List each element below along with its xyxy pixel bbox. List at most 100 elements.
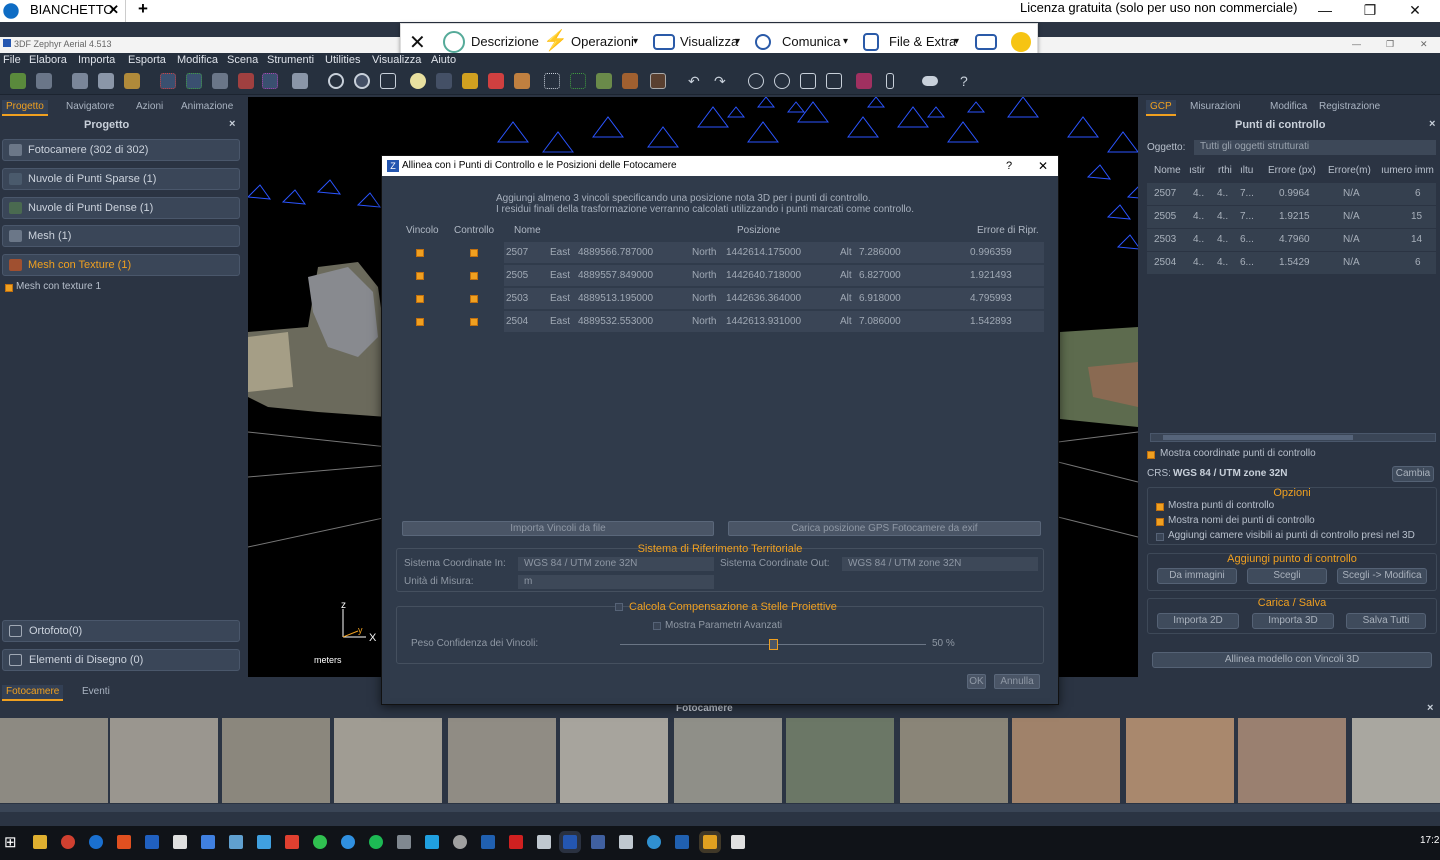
app-maximize-button[interactable]: ❐ <box>1386 37 1394 52</box>
select-texture-icon[interactable] <box>622 73 638 89</box>
app-icon[interactable] <box>145 835 159 849</box>
cancel-button[interactable]: Annulla <box>994 674 1040 689</box>
opt-show-names-checkbox[interactable] <box>1156 518 1164 526</box>
tree-item-dense[interactable]: Nuvole di Punti Dense (1) <box>2 197 240 219</box>
scegli-modifica-button[interactable]: Scegli -> Modifica <box>1337 568 1427 584</box>
tools-icon[interactable] <box>886 73 894 89</box>
tab-registrazione[interactable]: Registrazione <box>1315 100 1384 116</box>
importa-3d-button[interactable]: Importa 3D <box>1252 613 1334 629</box>
app-icon[interactable] <box>703 835 717 849</box>
col-numero[interactable]: ıumero imm <box>1381 165 1434 176</box>
window-close-button[interactable]: ✕ <box>1395 0 1435 22</box>
cell[interactable]: 1442613.931000 <box>726 311 801 332</box>
orbit-icon[interactable] <box>328 73 344 89</box>
app-icon[interactable] <box>229 835 243 849</box>
tree-item-disegno[interactable]: Elementi di Disegno (0) <box>2 649 240 671</box>
camera-icon[interactable] <box>292 73 308 89</box>
table-row[interactable]: 2505 4.. 4.. 7... 1.9215 N/A 15 <box>1147 206 1436 228</box>
controllo-checkbox[interactable] <box>470 318 478 326</box>
save-icon[interactable] <box>36 73 52 89</box>
camera-strip-scrollbar[interactable] <box>0 804 1440 812</box>
camera-thumbnail[interactable] <box>1352 718 1440 803</box>
col-alt[interactable]: ıltu <box>1240 165 1253 176</box>
tab-eventi[interactable]: Eventi <box>78 685 114 701</box>
scrollbar-thumb[interactable] <box>1163 435 1353 440</box>
cell[interactable]: 4889566.787000 <box>578 242 653 263</box>
tab-misurazioni[interactable]: Misurazioni <box>1186 100 1245 116</box>
advanced-checkbox[interactable] <box>653 622 661 630</box>
circle-select-icon[interactable] <box>774 73 790 89</box>
menu-aiuto[interactable]: Aiuto <box>431 54 456 66</box>
spotify-icon[interactable] <box>369 835 383 849</box>
chrome-icon[interactable] <box>61 835 75 849</box>
menu-strumenti[interactable]: Strumenti <box>267 54 314 66</box>
tab-fotocamere[interactable]: Fotocamere <box>2 685 64 701</box>
sparse-cloud-icon[interactable] <box>160 73 176 89</box>
textured-mesh-checkbox[interactable] <box>5 284 13 292</box>
camera-thumbnail[interactable] <box>448 718 556 803</box>
maximize-button[interactable]: ❐ <box>1350 0 1390 22</box>
cell[interactable]: 1442636.364000 <box>726 288 801 309</box>
camera-thumbnail[interactable] <box>1126 718 1234 803</box>
scale-icon[interactable] <box>380 73 396 89</box>
panel-close-icon[interactable]: × <box>229 118 235 130</box>
menu-operazioni[interactable]: Operazioni <box>571 34 634 49</box>
camera-strip-close-icon[interactable]: × <box>1427 702 1433 714</box>
camera-thumbnail[interactable] <box>334 718 442 803</box>
ok-button[interactable]: OK <box>967 674 986 689</box>
rotate-icon[interactable] <box>354 73 370 89</box>
importa-2d-button[interactable]: Importa 2D <box>1157 613 1239 629</box>
salva-tutti-button[interactable]: Salva Tutti <box>1346 613 1426 629</box>
mesh-icon[interactable] <box>212 73 228 89</box>
undo-icon[interactable]: ↶ <box>688 73 704 89</box>
plane-icon[interactable] <box>800 73 816 89</box>
dialog-close-button[interactable]: ✕ <box>1038 156 1048 176</box>
vr-mask-icon[interactable] <box>922 76 938 86</box>
app-icon[interactable] <box>647 835 661 849</box>
tab-progetto[interactable]: Progetto <box>2 100 48 116</box>
dialog-help-button[interactable]: ? <box>1006 156 1012 176</box>
controllo-checkbox[interactable] <box>470 272 478 280</box>
col-nome[interactable]: Nome <box>1154 165 1181 176</box>
menu-elabora[interactable]: Elabora <box>29 54 67 66</box>
tree-item-ortofoto[interactable]: Ortofoto(0) <box>2 620 240 642</box>
constraint-row[interactable]: 2504 East 4889532.553000 North 1442613.9… <box>504 311 1044 332</box>
vincolo-checkbox[interactable] <box>416 295 424 303</box>
camera-thumbnail[interactable] <box>674 718 782 803</box>
textured-mesh-sub-item[interactable]: Mesh con texture 1 <box>16 281 101 292</box>
controllo-checkbox[interactable] <box>470 295 478 303</box>
windows-start-icon[interactable]: ⊞ <box>4 833 17 851</box>
tab-modifica[interactable]: Modifica <box>1266 100 1311 116</box>
light-bulb-icon[interactable] <box>410 73 426 89</box>
camera-thumbnail[interactable] <box>110 718 218 803</box>
cell[interactable]: 6.918000 <box>859 288 901 309</box>
menu-scena[interactable]: Scena <box>227 54 258 66</box>
camera-thumbnail[interactable] <box>560 718 668 803</box>
new-tab-button[interactable]: + <box>138 0 148 19</box>
app-icon[interactable] <box>619 835 633 849</box>
workflow-icon[interactable] <box>72 73 88 89</box>
cube-icon[interactable] <box>98 73 114 89</box>
menu-descrizione[interactable]: Descrizione <box>471 34 539 49</box>
app-icon[interactable] <box>397 835 411 849</box>
opt-show-points-checkbox[interactable] <box>1156 503 1164 511</box>
pdf-icon[interactable] <box>509 835 523 849</box>
select-dense-icon[interactable] <box>570 73 586 89</box>
tab-navigatore[interactable]: Navigatore <box>62 100 118 116</box>
tab-azioni[interactable]: Azioni <box>132 100 167 116</box>
r-icon[interactable] <box>675 835 689 849</box>
col-est[interactable]: ıstir <box>1189 165 1205 176</box>
triangle-red-icon[interactable] <box>488 73 504 89</box>
panel-close-icon[interactable]: × <box>1429 118 1435 130</box>
col-errore-m[interactable]: Errore(m) <box>1328 165 1371 176</box>
app-icon[interactable] <box>257 835 271 849</box>
menu-visualizza[interactable]: Visualizza <box>372 54 421 66</box>
select-points-icon[interactable] <box>544 73 560 89</box>
opt-add-cameras-checkbox[interactable] <box>1156 533 1164 541</box>
scegli-button[interactable]: Scegli <box>1247 568 1327 584</box>
tree-item-mesh[interactable]: Mesh (1) <box>2 225 240 247</box>
cell[interactable]: 7.086000 <box>859 311 901 332</box>
app-icon[interactable] <box>117 835 131 849</box>
file-explorer-icon[interactable] <box>33 835 47 849</box>
allinea-modello-button[interactable]: Allinea modello con Vincoli 3D <box>1152 652 1432 668</box>
